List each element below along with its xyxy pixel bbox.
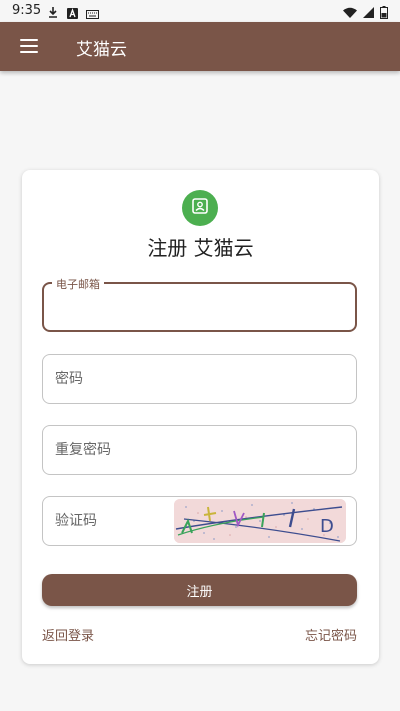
confirm-password-field[interactable] xyxy=(42,425,357,475)
contact-badge xyxy=(182,190,218,226)
page-title: 注册 艾猫云 xyxy=(147,236,254,260)
app-bar: 艾猫云 xyxy=(0,22,400,71)
captcha-field[interactable]: D xyxy=(42,496,357,546)
password-input[interactable] xyxy=(43,355,356,403)
menu-button[interactable] xyxy=(20,34,50,58)
status-time: 9:35 xyxy=(12,3,42,18)
password-field[interactable] xyxy=(42,354,357,404)
download-icon xyxy=(47,4,59,23)
contact-icon xyxy=(191,197,209,219)
email-field[interactable]: 电子邮箱 xyxy=(42,276,357,332)
app-title: 艾猫云 xyxy=(76,40,127,60)
register-card: 注册 艾猫云 电子邮箱 验证码 D 注册 返回登录 忘记密码 xyxy=(22,170,379,664)
forgot-password-link[interactable]: 忘记密码 xyxy=(305,625,357,644)
captcha-image[interactable]: D xyxy=(174,499,346,543)
captcha-char: D xyxy=(320,516,334,537)
status-system-icons xyxy=(343,4,388,23)
status-notification-icons xyxy=(47,4,99,23)
menu-icon xyxy=(20,39,38,41)
wifi-icon xyxy=(343,4,357,23)
register-button[interactable]: 注册 xyxy=(42,574,357,606)
confirm-password-input[interactable] xyxy=(43,426,356,474)
keyboard-icon xyxy=(86,4,99,23)
back-to-login-link[interactable]: 返回登录 xyxy=(42,625,94,644)
a-icon xyxy=(67,4,78,23)
signal-icon xyxy=(363,4,374,23)
email-input[interactable] xyxy=(44,284,355,330)
battery-icon xyxy=(380,4,388,23)
status-bar: 9:35 xyxy=(0,0,400,22)
